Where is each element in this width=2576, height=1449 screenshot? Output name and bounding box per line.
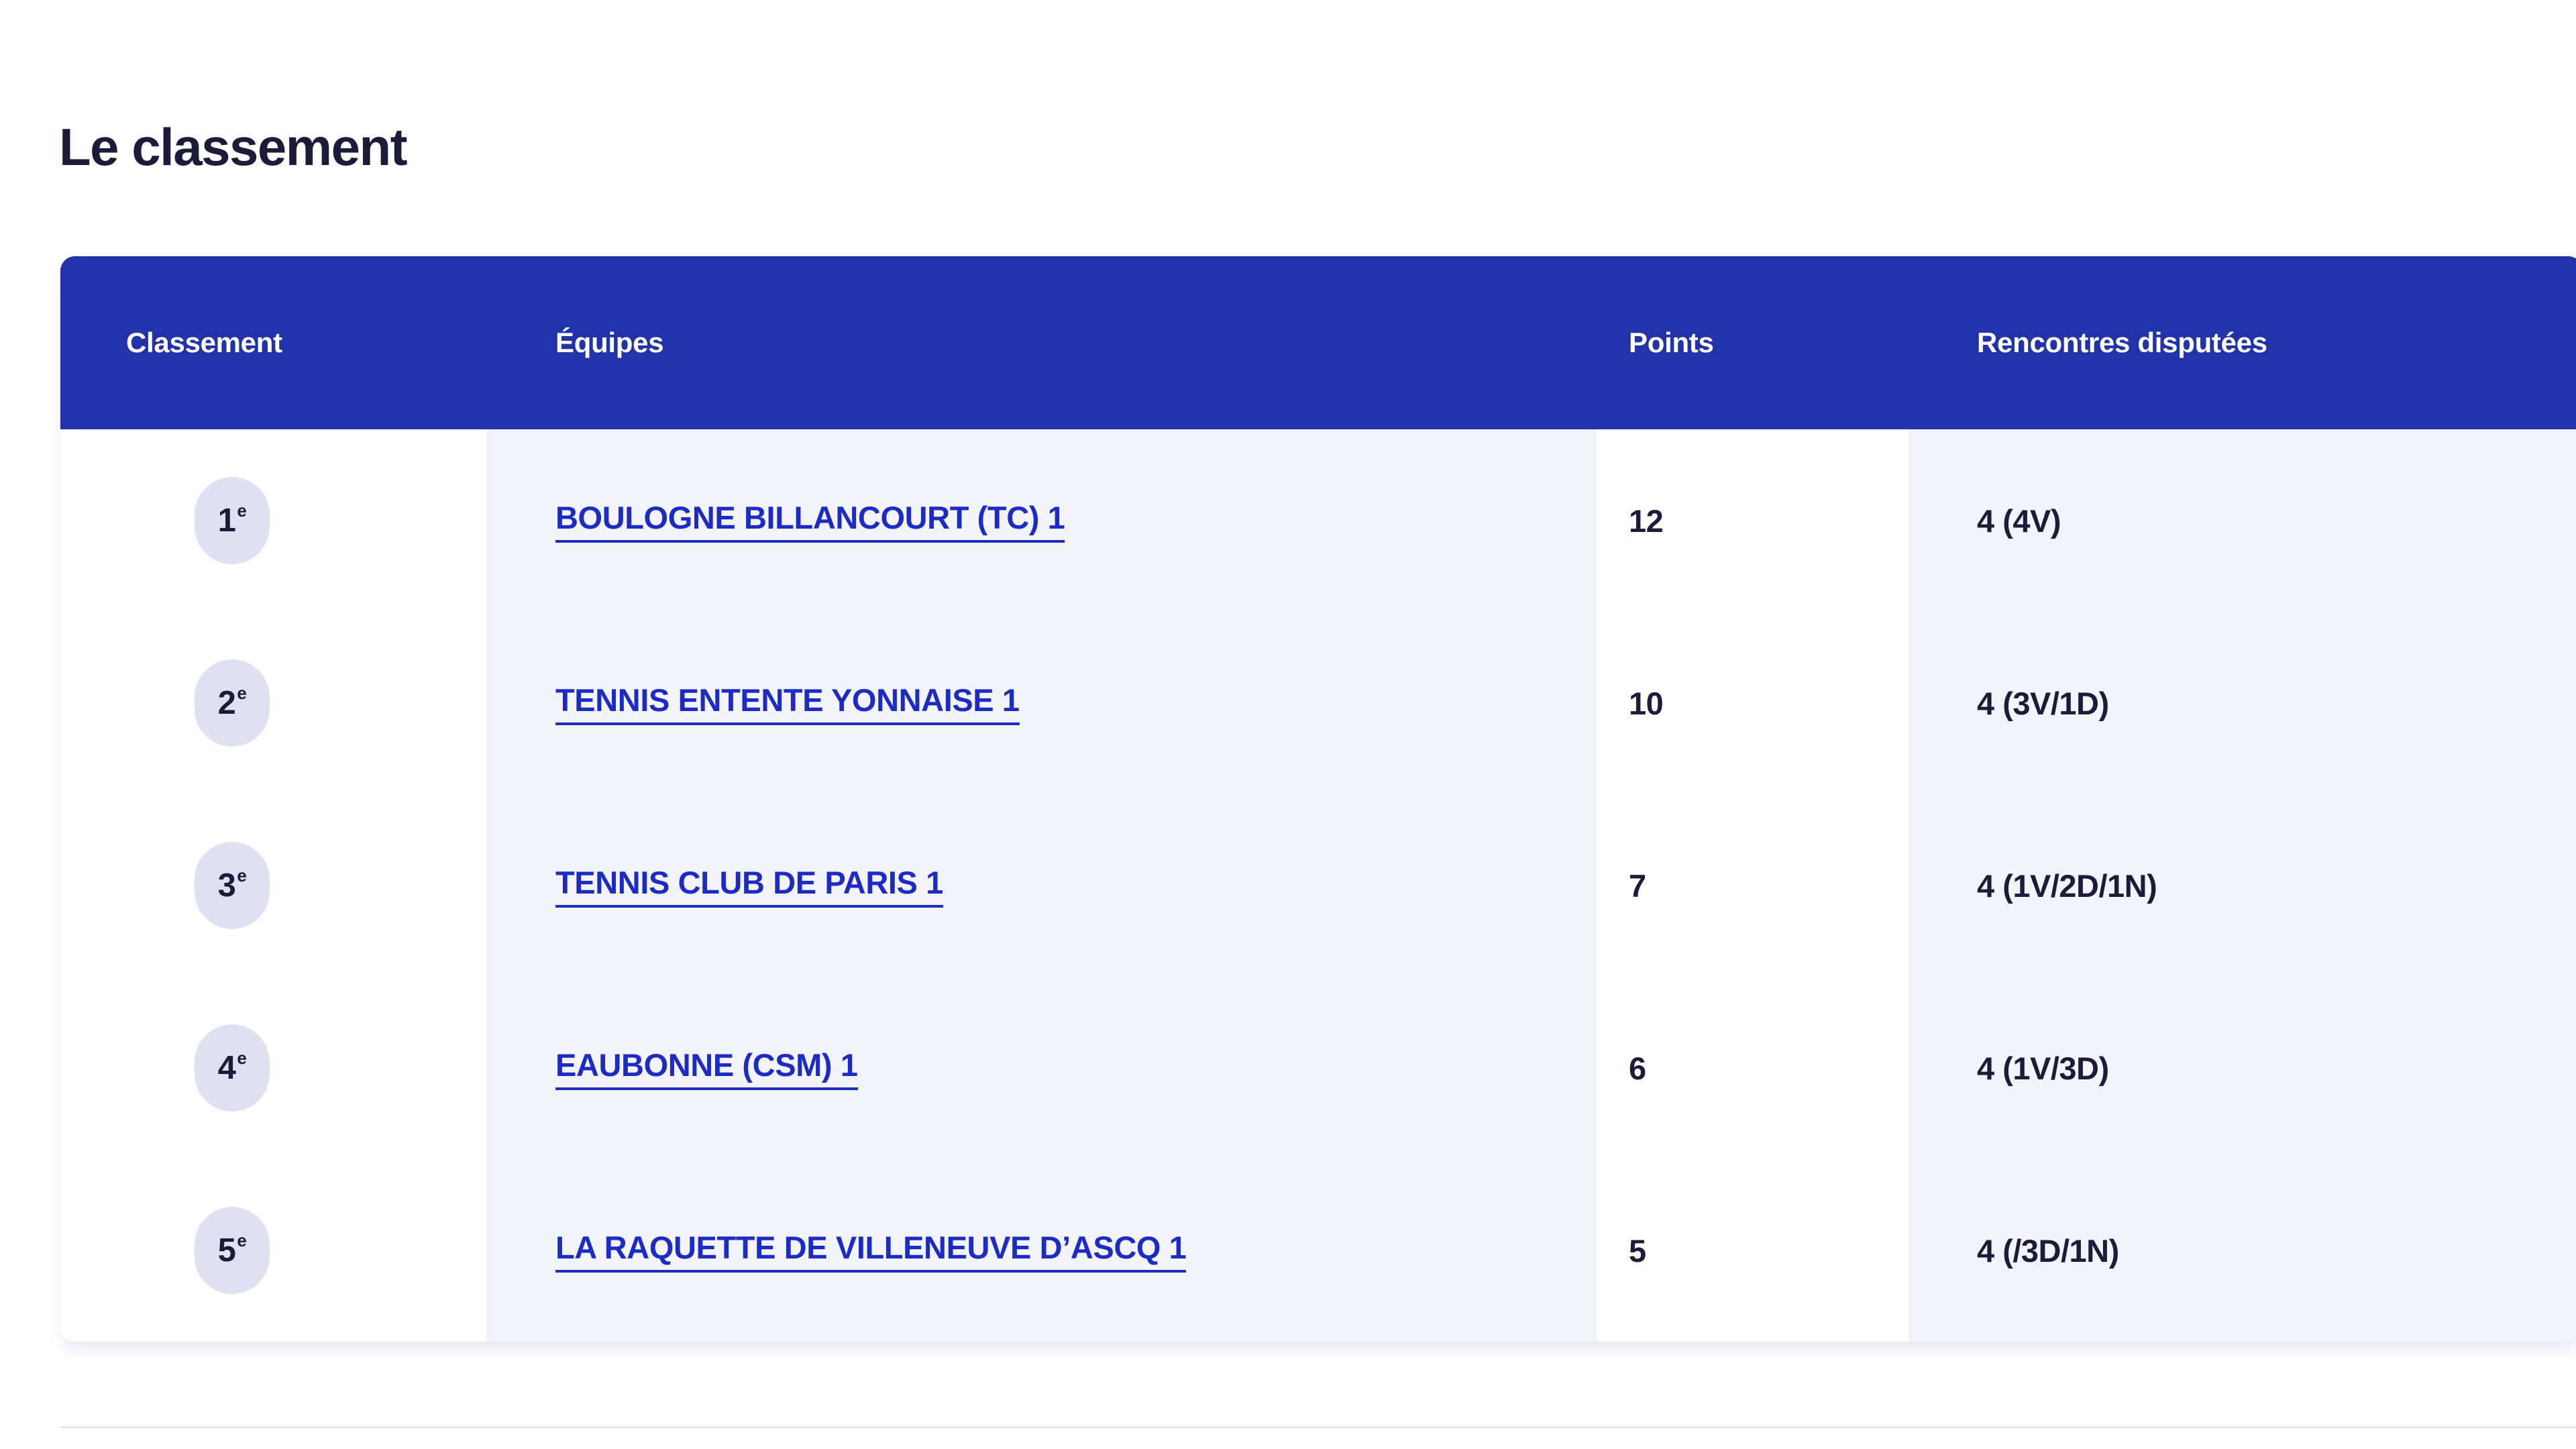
table-row: 1e BOULOGNE BILLANCOURT (TC) 1 12 4 (4V) — [60, 429, 2576, 612]
team-link[interactable]: TENNIS ENTENTE YONNAISE 1 — [555, 682, 1020, 725]
points-cell: 12 — [1597, 429, 1909, 612]
column-header-points: Points — [1597, 256, 1909, 429]
team-link[interactable]: EAUBONNE (CSM) 1 — [555, 1046, 858, 1090]
rank-number: 4 — [217, 1050, 236, 1086]
rank-number: 5 — [217, 1232, 236, 1269]
rank-suffix: e — [237, 1048, 247, 1068]
points-value: 5 — [1629, 1232, 1646, 1269]
played-cell: 4 (1V/3D) — [1909, 977, 2576, 1159]
points-value: 6 — [1629, 1050, 1646, 1086]
table-row: 5e LA RAQUETTE DE VILLENEUVE D’ASCQ 1 5 … — [60, 1159, 2576, 1342]
points-value: 7 — [1629, 867, 1646, 904]
played-cell: 4 (1V/2D/1N) — [1909, 794, 2576, 977]
played-value: 4 (4V) — [1977, 502, 2061, 539]
points-cell: 10 — [1597, 612, 1909, 794]
rank-cell: 2e — [60, 612, 486, 794]
ranking-table: Classement Équipes Points Rencontres dis… — [60, 256, 2576, 1342]
team-link[interactable]: BOULOGNE BILLANCOURT (TC) 1 — [555, 499, 1065, 543]
rank-number: 1 — [217, 502, 236, 539]
rank-badge: 1e — [195, 477, 270, 564]
rank-suffix: e — [237, 500, 247, 521]
rank-suffix: e — [237, 1230, 247, 1250]
rank-cell: 3e — [60, 794, 486, 977]
section-divider — [60, 1426, 2576, 1428]
played-cell: 4 (3V/1D) — [1909, 612, 2576, 794]
played-value: 4 (1V/2D/1N) — [1977, 867, 2157, 904]
team-cell: TENNIS ENTENTE YONNAISE 1 — [486, 612, 1597, 794]
team-cell: EAUBONNE (CSM) 1 — [486, 977, 1597, 1159]
table-body: 1e BOULOGNE BILLANCOURT (TC) 1 12 4 (4V)… — [60, 429, 2576, 1342]
rank-cell: 5e — [60, 1159, 486, 1342]
column-header-equipes: Équipes — [486, 256, 1597, 429]
team-link[interactable]: LA RAQUETTE DE VILLENEUVE D’ASCQ 1 — [555, 1229, 1187, 1273]
page-title: Le classement — [59, 117, 408, 177]
rank-badge: 2e — [195, 659, 270, 747]
points-cell: 6 — [1597, 977, 1909, 1159]
points-value: 10 — [1629, 685, 1664, 721]
column-header-rencontres: Rencontres disputées — [1909, 256, 2576, 429]
rank-suffix: e — [237, 865, 247, 885]
table-row: 3e TENNIS CLUB DE PARIS 1 7 4 (1V/2D/1N) — [60, 794, 2576, 977]
table-header-row: Classement Équipes Points Rencontres dis… — [60, 256, 2576, 429]
ranking-table-card: Classement Équipes Points Rencontres dis… — [60, 256, 2576, 1342]
played-cell: 4 (4V) — [1909, 429, 2576, 612]
table-row: 4e EAUBONNE (CSM) 1 6 4 (1V/3D) — [60, 977, 2576, 1159]
rank-number: 3 — [217, 867, 236, 904]
played-value: 4 (/3D/1N) — [1977, 1232, 2119, 1269]
rank-badge: 3e — [195, 842, 270, 929]
rank-cell: 4e — [60, 977, 486, 1159]
table-row: 2e TENNIS ENTENTE YONNAISE 1 10 4 (3V/1D… — [60, 612, 2576, 794]
team-cell: BOULOGNE BILLANCOURT (TC) 1 — [486, 429, 1597, 612]
rank-cell: 1e — [60, 429, 486, 612]
team-cell: LA RAQUETTE DE VILLENEUVE D’ASCQ 1 — [486, 1159, 1597, 1342]
column-header-classement: Classement — [60, 256, 486, 429]
team-cell: TENNIS CLUB DE PARIS 1 — [486, 794, 1597, 977]
rank-number: 2 — [217, 685, 236, 721]
rank-badge: 4e — [195, 1024, 270, 1112]
played-cell: 4 (/3D/1N) — [1909, 1159, 2576, 1342]
points-cell: 7 — [1597, 794, 1909, 977]
played-value: 4 (3V/1D) — [1977, 685, 2109, 721]
rank-badge: 5e — [195, 1207, 270, 1294]
played-value: 4 (1V/3D) — [1977, 1050, 2109, 1086]
rank-suffix: e — [237, 683, 247, 703]
points-value: 12 — [1629, 502, 1664, 539]
team-link[interactable]: TENNIS CLUB DE PARIS 1 — [555, 864, 943, 908]
table-header: Classement Équipes Points Rencontres dis… — [60, 256, 2576, 429]
points-cell: 5 — [1597, 1159, 1909, 1342]
